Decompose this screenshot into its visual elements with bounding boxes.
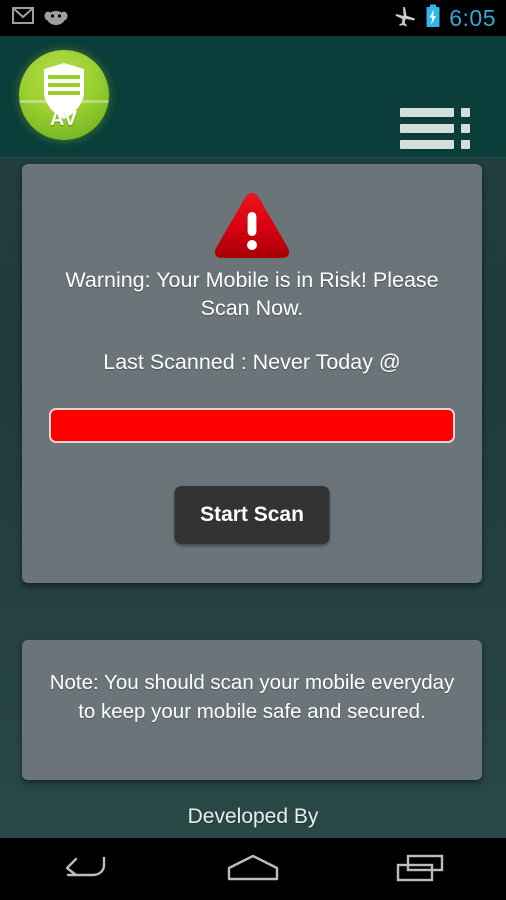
start-scan-button[interactable]: Start Scan: [174, 486, 330, 544]
status-bar-notifications: [0, 7, 68, 30]
home-button[interactable]: [198, 838, 308, 900]
menu-dot: [461, 140, 470, 149]
airplane-mode-icon: [393, 5, 417, 32]
android-navigation-bar: [0, 838, 506, 900]
menu-bar: [400, 124, 454, 133]
warning-message: Warning: Your Mobile is in Risk! Please …: [65, 268, 439, 320]
status-bar-system: 6:05: [393, 4, 506, 33]
menu-icon[interactable]: [400, 108, 470, 158]
gmail-icon: [12, 7, 34, 29]
android-jellybean-icon: [44, 7, 68, 30]
home-icon: [226, 852, 280, 887]
recent-apps-button[interactable]: [367, 838, 477, 900]
warning-triangle-icon: [212, 190, 292, 262]
recent-apps-icon: [395, 851, 449, 888]
logo-label: AV: [49, 108, 79, 130]
back-icon: [58, 852, 110, 887]
note-text: Note: You should scan your mobile everyd…: [49, 671, 455, 723]
developed-by-label: Developed By: [187, 805, 319, 828]
back-button[interactable]: [29, 838, 139, 900]
app-header: AV: [0, 36, 506, 158]
status-bar-clock: 6:05: [449, 4, 496, 31]
battery-charging-icon: [425, 4, 441, 33]
last-scanned-label: Last Scanned : Never Today @: [103, 350, 401, 374]
menu-row: [400, 140, 470, 149]
menu-dot: [461, 124, 470, 133]
scan-progress-bar: [49, 408, 455, 443]
menu-dot: [461, 108, 470, 117]
status-bar: 6:05: [0, 0, 506, 36]
menu-bar: [400, 140, 454, 149]
av-shield-logo[interactable]: AV: [19, 50, 109, 140]
menu-row: [400, 124, 470, 133]
scan-progress-fill: [51, 410, 453, 441]
app-screen: 6:05 AV Warning: Your Mobile is in Risk!…: [0, 0, 506, 900]
menu-row: [400, 108, 470, 117]
scan-card: Warning: Your Mobile is in Risk! Please …: [22, 164, 482, 583]
menu-bar: [400, 108, 454, 117]
note-card: Note: You should scan your mobile everyd…: [22, 640, 482, 780]
